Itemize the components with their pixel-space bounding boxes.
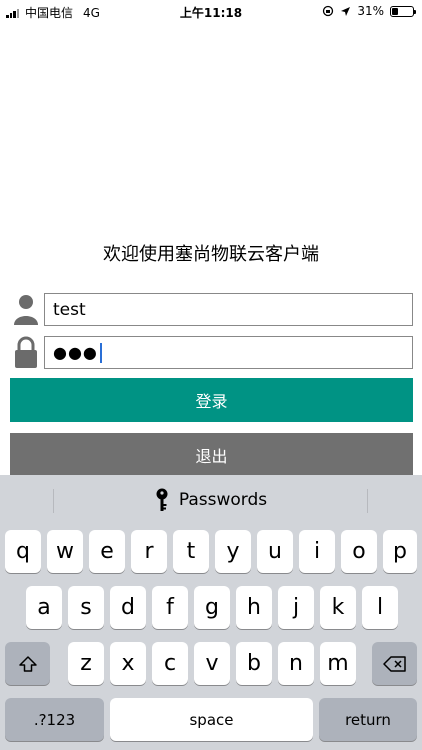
backspace-icon [382,655,406,672]
battery-level [392,7,399,15]
key-y[interactable]: y [215,530,251,573]
exit-button[interactable]: 退出 [10,433,413,477]
key-e[interactable]: e [89,530,125,573]
status-right: 31% [322,4,416,18]
key-z[interactable]: z [68,642,104,685]
password-input[interactable]: ●●● [44,336,413,369]
key-icon [156,488,168,511]
key-f[interactable]: f [152,586,188,629]
rotation-lock-icon [323,5,334,17]
key-n[interactable]: n [278,642,314,685]
key-s[interactable]: s [68,586,104,629]
key-m[interactable]: m [320,642,356,685]
key-x[interactable]: x [110,642,146,685]
password-row: ●●● [10,336,413,369]
shift-key[interactable] [5,642,50,685]
key-r[interactable]: r [131,530,167,573]
numbers-key[interactable]: .?123 [5,698,104,741]
key-k[interactable]: k [320,586,356,629]
status-bar: 中国电信 4G 上午11:18 31% [0,0,422,24]
password-masked-value: ●●● [53,342,98,362]
key-v[interactable]: v [194,642,230,685]
username-input[interactable]: test [44,293,413,326]
key-a[interactable]: a [26,586,62,629]
passwords-suggestion-bar[interactable]: Passwords [0,475,422,525]
battery-percent: 31% [357,4,384,18]
key-p[interactable]: p [383,530,417,573]
key-c[interactable]: c [152,642,188,685]
text-caret [99,342,102,363]
backspace-key[interactable] [372,642,417,685]
welcome-heading: 欢迎使用塞尚物联云客户端 [103,244,319,265]
suggestion-divider [53,489,54,513]
on-screen-keyboard: Passwords q w e r t y u i o p a s d f g … [0,475,422,750]
lock-icon [15,336,37,368]
key-h[interactable]: h [236,586,272,629]
key-t[interactable]: t [173,530,209,573]
battery-icon [390,5,416,17]
key-i[interactable]: i [299,530,335,573]
shift-icon [18,655,37,672]
space-key[interactable]: space [110,698,313,741]
key-u[interactable]: u [257,530,293,573]
location-arrow-icon [341,6,351,16]
username-row: test [10,293,413,326]
key-q[interactable]: q [5,530,41,573]
passwords-label: Passwords [178,490,268,510]
key-w[interactable]: w [47,530,83,573]
username-value: test [53,299,86,320]
key-b[interactable]: b [236,642,272,685]
key-d[interactable]: d [110,586,146,629]
login-button[interactable]: 登录 [10,378,413,422]
user-icon [14,295,38,325]
key-l[interactable]: l [362,586,398,629]
key-g[interactable]: g [194,586,230,629]
return-key[interactable]: return [319,698,417,741]
suggestion-divider [367,489,368,513]
key-j[interactable]: j [278,586,314,629]
key-o[interactable]: o [341,530,377,573]
